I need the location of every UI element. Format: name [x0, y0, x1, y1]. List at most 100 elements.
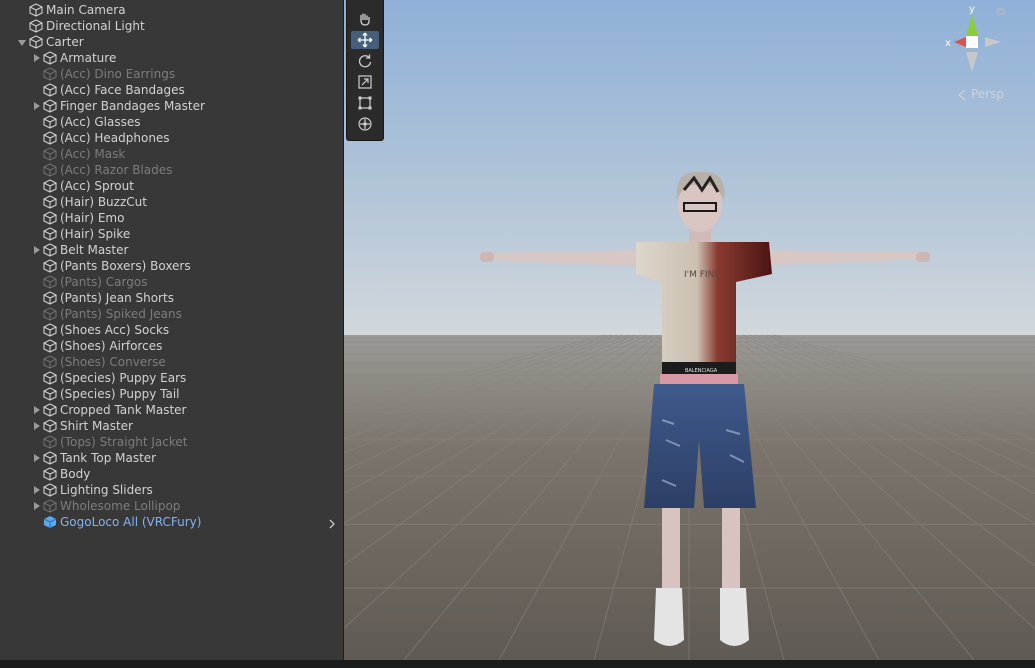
- gameobject-cube-icon: [43, 243, 57, 257]
- gizmo-x-cone: [954, 37, 966, 47]
- hierarchy-item[interactable]: (Shoes) Converse: [0, 354, 343, 370]
- hierarchy-item[interactable]: (Acc) Face Bandages: [0, 82, 343, 98]
- hierarchy-item[interactable]: Armature: [0, 50, 343, 66]
- hierarchy-item-label: (Pants) Jean Shorts: [60, 291, 174, 305]
- hierarchy-item[interactable]: (Acc) Dino Earrings: [0, 66, 343, 82]
- transform-tool-icon: [358, 117, 372, 131]
- hierarchy-item[interactable]: GogoLoco All (VRCFury): [0, 514, 343, 530]
- hierarchy-item-label: (Acc) Sprout: [60, 179, 134, 193]
- hierarchy-item-label: Main Camera: [46, 3, 126, 17]
- hierarchy-item[interactable]: (Hair) Spike: [0, 226, 343, 242]
- hierarchy-item-label: (Pants Boxers) Boxers: [60, 259, 191, 273]
- hierarchy-item-label: (Shoes) Airforces: [60, 339, 163, 353]
- hierarchy-item-label: (Shoes) Converse: [60, 355, 166, 369]
- hierarchy-item-label: (Hair) BuzzCut: [60, 195, 147, 209]
- hierarchy-item-label: (Species) Puppy Tail: [60, 387, 180, 401]
- move-tool-button[interactable]: [351, 31, 379, 49]
- hierarchy-item[interactable]: (Pants) Jean Shorts: [0, 290, 343, 306]
- foldout-collapsed-icon[interactable]: [34, 502, 40, 510]
- gameobject-cube-icon: [43, 371, 57, 385]
- foldout-collapsed-icon[interactable]: [34, 102, 40, 110]
- gameobject-cube-icon: [29, 19, 43, 33]
- scene-view[interactable]: I'M FINE BALENCIAGA y x Persp: [344, 0, 1035, 660]
- gizmo-y-cone: [966, 14, 978, 36]
- hierarchy-item[interactable]: (Acc) Glasses: [0, 114, 343, 130]
- hierarchy-item-label: (Hair) Emo: [60, 211, 125, 225]
- foldout-collapsed-icon[interactable]: [34, 422, 40, 430]
- shirt-print: I'M FINE: [684, 270, 720, 280]
- hierarchy-item-label: Carter: [46, 35, 84, 49]
- scale-tool-button[interactable]: [351, 73, 379, 91]
- hierarchy-item-label: (Shoes Acc) Socks: [60, 323, 170, 337]
- hierarchy-item[interactable]: (Shoes) Airforces: [0, 338, 343, 354]
- gameobject-cube-icon: [43, 195, 57, 209]
- hierarchy-item[interactable]: Carter: [0, 34, 343, 50]
- gameobject-cube-icon: [29, 3, 43, 17]
- hierarchy-item[interactable]: (Acc) Mask: [0, 146, 343, 162]
- hierarchy-item-label: Lighting Sliders: [60, 483, 153, 497]
- hierarchy-item[interactable]: Directional Light: [0, 18, 343, 34]
- hierarchy-item[interactable]: (Acc) Razor Blades: [0, 162, 343, 178]
- gameobject-cube-icon: [43, 435, 57, 449]
- hierarchy-item-label: Body: [60, 467, 91, 481]
- hierarchy-item[interactable]: (Pants) Spiked Jeans: [0, 306, 343, 322]
- gameobject-cube-icon: [43, 115, 57, 129]
- hierarchy-item-label: (Acc) Razor Blades: [60, 163, 173, 177]
- hierarchy-item[interactable]: (Species) Puppy Ears: [0, 370, 343, 386]
- gameobject-cube-icon: [43, 179, 57, 193]
- chevron-right-icon[interactable]: [327, 517, 337, 529]
- persp-chevron-icon: [958, 89, 966, 101]
- gameobject-cube-icon: [43, 291, 57, 305]
- hierarchy-item[interactable]: Cropped Tank Master: [0, 402, 343, 418]
- projection-toggle[interactable]: Persp: [957, 87, 1035, 103]
- hierarchy-item[interactable]: Main Camera: [0, 2, 343, 18]
- hierarchy-item-label: Shirt Master: [60, 419, 133, 433]
- status-bar: [0, 660, 1035, 668]
- foldout-collapsed-icon[interactable]: [34, 406, 40, 414]
- hierarchy-item[interactable]: (Species) Puppy Tail: [0, 386, 343, 402]
- hand-tool-icon: [360, 13, 370, 26]
- gameobject-cube-icon: [43, 163, 57, 177]
- hierarchy-item-label: (Acc) Glasses: [60, 115, 141, 129]
- hierarchy-item-label: (Acc) Headphones: [60, 131, 170, 145]
- right-leg: [722, 508, 740, 588]
- hierarchy-item[interactable]: (Tops) Straight Jacket: [0, 434, 343, 450]
- hand-tool-button[interactable]: [351, 10, 379, 28]
- hierarchy-item[interactable]: (Acc) Sprout: [0, 178, 343, 194]
- foldout-expanded-icon[interactable]: [18, 40, 26, 46]
- gameobject-cube-icon: [43, 403, 57, 417]
- hierarchy-item[interactable]: Finger Bandages Master: [0, 98, 343, 114]
- hierarchy-item[interactable]: (Shoes Acc) Socks: [0, 322, 343, 338]
- hierarchy-item[interactable]: Lighting Sliders: [0, 482, 343, 498]
- hierarchy-item[interactable]: Shirt Master: [0, 418, 343, 434]
- rect-tool-icon: [358, 96, 372, 110]
- hierarchy-item[interactable]: (Acc) Headphones: [0, 130, 343, 146]
- scene-tools-toolbar: [346, 0, 384, 141]
- rect-tool-button[interactable]: [351, 94, 379, 112]
- hierarchy-item[interactable]: Belt Master: [0, 242, 343, 258]
- foldout-collapsed-icon[interactable]: [34, 454, 40, 462]
- gameobject-cube-icon: [43, 131, 57, 145]
- hierarchy-item-label: Tank Top Master: [60, 451, 157, 465]
- rotate-tool-icon: [358, 54, 372, 68]
- gameobject-cube-icon: [43, 51, 57, 65]
- hierarchy-item[interactable]: Tank Top Master: [0, 450, 343, 466]
- transform-tool-button[interactable]: [351, 115, 379, 133]
- hierarchy-item[interactable]: (Hair) BuzzCut: [0, 194, 343, 210]
- gameobject-cube-icon: [43, 307, 57, 321]
- hierarchy-item[interactable]: (Pants) Cargos: [0, 274, 343, 290]
- hierarchy-item-label: (Hair) Spike: [60, 227, 131, 241]
- foldout-collapsed-icon[interactable]: [34, 246, 40, 254]
- belt: [660, 374, 738, 384]
- hierarchy-item[interactable]: (Hair) Emo: [0, 210, 343, 226]
- hierarchy-item-label: Directional Light: [46, 19, 145, 33]
- hierarchy-item[interactable]: Body: [0, 466, 343, 482]
- hierarchy-item-label: (Pants) Cargos: [60, 275, 148, 289]
- foldout-collapsed-icon[interactable]: [34, 486, 40, 494]
- foldout-collapsed-icon[interactable]: [34, 54, 40, 62]
- hierarchy-item[interactable]: (Pants Boxers) Boxers: [0, 258, 343, 274]
- orientation-gizmo[interactable]: y x: [945, 4, 1015, 79]
- scene-viewport[interactable]: I'M FINE BALENCIAGA: [344, 0, 1035, 660]
- hierarchy-item[interactable]: Wholesome Lollipop: [0, 498, 343, 514]
- rotate-tool-button[interactable]: [351, 52, 379, 70]
